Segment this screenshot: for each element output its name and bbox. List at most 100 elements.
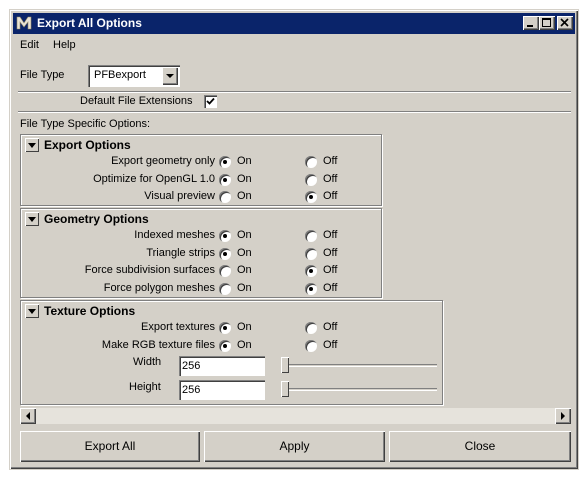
- radio-selected-dot-icon: [223, 326, 227, 330]
- maximize-icon: [542, 18, 551, 27]
- maximize-button[interactable]: [539, 16, 555, 30]
- radio-off-make-rgb-texture-files[interactable]: [305, 339, 317, 352]
- height-slider[interactable]: [281, 388, 437, 391]
- option-row-force-polygon-meshes: Force polygon meshes On Off: [21, 280, 381, 297]
- file-type-specific-heading: File Type Specific Options:: [20, 118, 151, 130]
- radio-on-force-polygon-meshes[interactable]: [219, 282, 231, 295]
- export-options-frame: Export Options Export geometry only On Off…: [20, 134, 382, 206]
- radio-label-off[interactable]: Off: [323, 229, 337, 241]
- width-field[interactable]: [179, 356, 265, 376]
- radio-off-triangle-strips[interactable]: [305, 247, 317, 260]
- triangle-down-icon: [28, 143, 36, 148]
- geometry-options-frame: Geometry Options Indexed meshes On Off Tria…: [20, 208, 382, 298]
- option-label-force-polygon-meshes: Force polygon meshes: [103, 281, 215, 294]
- radio-label-on[interactable]: On: [237, 264, 252, 276]
- radio-off-visual-preview[interactable]: [305, 191, 317, 204]
- radio-label-off[interactable]: Off: [323, 321, 337, 333]
- radio-on-export-textures[interactable]: [219, 322, 231, 334]
- option-row-optimize-for-opengl-1-0: Optimize for OpenGL 1.0 On Off: [21, 171, 381, 188]
- option-row-indexed-meshes: Indexed meshes On Off: [21, 227, 381, 244]
- radio-selected-dot-icon: [223, 234, 227, 238]
- radio-label-off[interactable]: Off: [323, 247, 337, 259]
- scroll-right-button[interactable]: [555, 408, 571, 424]
- radio-on-optimize-for-opengl-1-0[interactable]: [219, 173, 231, 186]
- minimize-button[interactable]: [523, 16, 539, 30]
- radio-off-export-textures[interactable]: [305, 322, 317, 334]
- collapse-texture-options-button[interactable]: [25, 304, 39, 318]
- radio-label-on[interactable]: On: [237, 190, 252, 202]
- close-icon: [560, 18, 569, 27]
- horizontal-scrollbar[interactable]: [20, 408, 571, 424]
- option-label-visual-preview: Visual preview: [144, 190, 215, 203]
- close-window-button[interactable]: [557, 16, 573, 30]
- radio-off-indexed-meshes[interactable]: [305, 230, 317, 242]
- radio-on-make-rgb-texture-files[interactable]: [219, 339, 231, 352]
- file-type-dropdown[interactable]: PFBexport: [88, 65, 180, 87]
- radio-label-off[interactable]: Off: [323, 264, 337, 276]
- separator: [18, 111, 571, 113]
- apply-button[interactable]: Apply: [204, 431, 385, 462]
- menu-help[interactable]: Help: [53, 39, 76, 51]
- option-label-optimize-for-opengl-1-0: Optimize for OpenGL 1.0: [93, 172, 215, 185]
- radio-label-off[interactable]: Off: [323, 190, 337, 202]
- radio-on-triangle-strips[interactable]: [219, 247, 231, 260]
- collapse-geometry-options-button[interactable]: [25, 212, 39, 226]
- scroll-left-button[interactable]: [20, 408, 36, 424]
- radio-off-force-polygon-meshes[interactable]: [305, 282, 317, 295]
- option-label-make-rgb-texture-files: Make RGB texture files: [101, 338, 215, 351]
- radio-label-on[interactable]: On: [237, 229, 252, 241]
- radio-label-off[interactable]: Off: [323, 282, 337, 294]
- export-all-options-window: Export All Options Edit Help File Type P…: [9, 9, 579, 470]
- export-all-button[interactable]: Export All: [20, 431, 200, 462]
- default-file-extensions-checkbox[interactable]: [204, 95, 217, 108]
- height-input[interactable]: [182, 383, 260, 397]
- collapse-export-options-button[interactable]: [25, 138, 39, 152]
- radio-label-off[interactable]: Off: [323, 155, 337, 167]
- option-row-make-rgb-texture-files: Make RGB texture files On Off: [21, 337, 381, 354]
- radio-label-on[interactable]: On: [237, 339, 252, 351]
- texture-options-frame: Texture Options Export textures On Off Make…: [20, 300, 443, 405]
- radio-label-off[interactable]: Off: [323, 173, 337, 185]
- option-label-export-geometry-only: Export geometry only: [111, 155, 215, 167]
- option-label-triangle-strips: Triangle strips: [146, 246, 215, 259]
- separator: [18, 91, 571, 93]
- radio-label-on[interactable]: On: [237, 247, 252, 259]
- radio-selected-dot-icon: [223, 343, 227, 348]
- radio-off-force-subdivision-surfaces[interactable]: [305, 265, 317, 278]
- dropdown-arrow[interactable]: [162, 67, 178, 85]
- radio-selected-dot-icon: [309, 286, 313, 291]
- radio-selected-dot-icon: [223, 160, 227, 164]
- width-slider[interactable]: [281, 364, 437, 367]
- width-input[interactable]: [182, 359, 260, 373]
- radio-label-on[interactable]: On: [237, 282, 252, 294]
- radio-selected-dot-icon: [309, 269, 313, 274]
- radio-on-force-subdivision-surfaces[interactable]: [219, 265, 231, 278]
- radio-label-on[interactable]: On: [237, 173, 252, 185]
- radio-off-optimize-for-opengl-1-0[interactable]: [305, 173, 317, 186]
- geometry-options-title: Geometry Options: [44, 212, 149, 226]
- file-type-value: PFBexport: [94, 69, 146, 81]
- menu-edit[interactable]: Edit: [20, 39, 39, 51]
- height-field[interactable]: [179, 380, 265, 400]
- option-row-triangle-strips: Triangle strips On Off: [21, 245, 381, 262]
- close-button[interactable]: Close: [389, 431, 571, 462]
- option-row-export-geometry-only: Export geometry only On Off: [21, 153, 381, 170]
- radio-on-visual-preview[interactable]: [219, 191, 231, 204]
- default-file-extensions-label: Default File Extensions: [80, 95, 193, 107]
- radio-on-indexed-meshes[interactable]: [219, 230, 231, 242]
- option-row-export-textures: Export textures On Off: [21, 319, 381, 336]
- minimize-icon: [527, 25, 533, 27]
- radio-label-on[interactable]: On: [237, 155, 252, 167]
- radio-label-on[interactable]: On: [237, 321, 252, 333]
- radio-label-off[interactable]: Off: [323, 339, 337, 351]
- radio-off-export-geometry-only[interactable]: [305, 156, 317, 168]
- height-slider-handle[interactable]: [281, 381, 289, 397]
- export-options-title: Export Options: [44, 138, 131, 152]
- radio-on-export-geometry-only[interactable]: [219, 156, 231, 168]
- window-title: Export All Options: [37, 16, 142, 30]
- chevron-down-icon: [166, 74, 174, 78]
- width-slider-handle[interactable]: [281, 357, 289, 373]
- file-type-label: File Type: [20, 69, 65, 81]
- option-label-indexed-meshes: Indexed meshes: [134, 229, 215, 241]
- title-bar[interactable]: Export All Options: [13, 13, 575, 34]
